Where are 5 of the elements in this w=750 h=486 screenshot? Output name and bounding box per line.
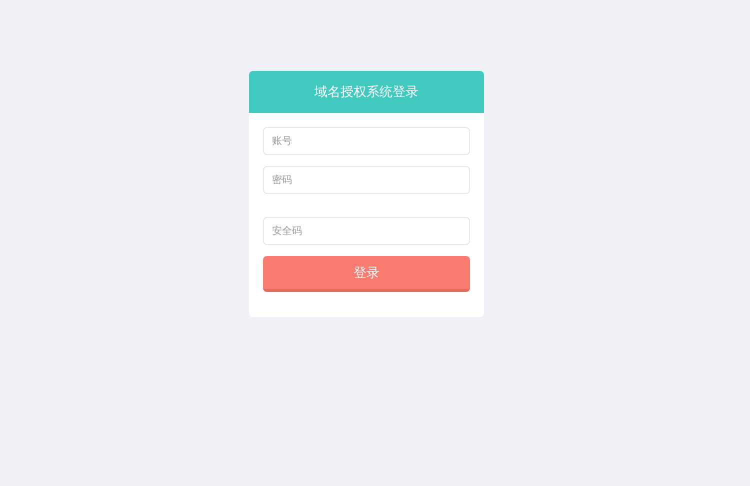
card-title: 域名授权系统登录 [314, 84, 418, 101]
input-field[interactable]: 账号 [263, 127, 470, 155]
input-field[interactable]: 安全码 [263, 217, 470, 245]
input-field[interactable]: 密码 [263, 166, 470, 194]
login-button[interactable]: 登录 [263, 256, 470, 292]
